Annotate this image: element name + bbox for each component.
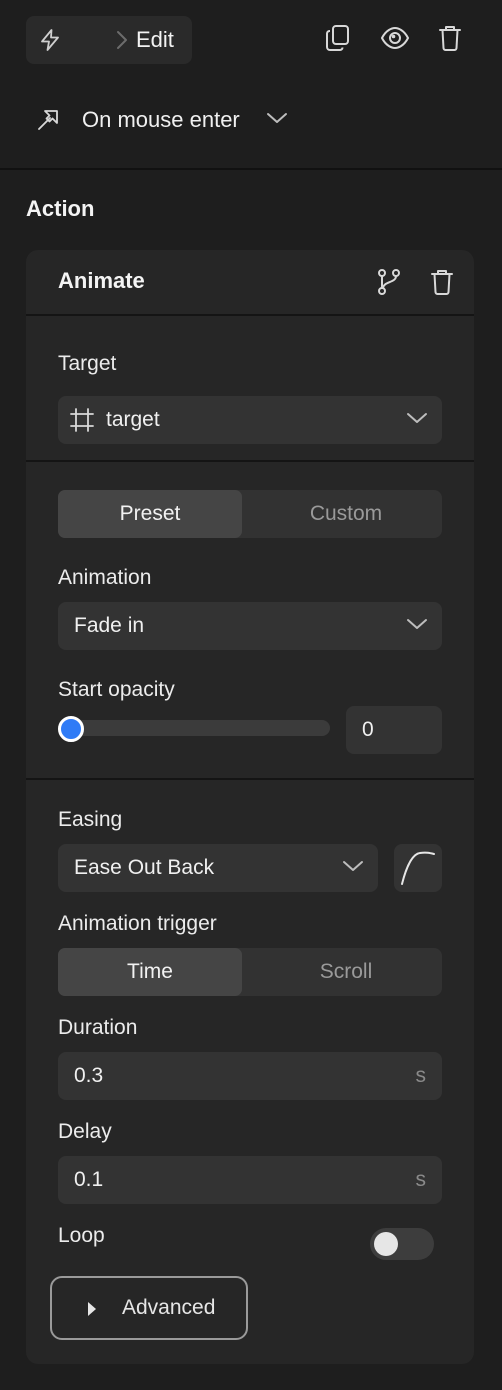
- opacity-slider-handle[interactable]: [58, 716, 84, 742]
- opacity-input[interactable]: 0: [346, 706, 442, 754]
- animation-value: Fade in: [74, 614, 145, 637]
- delay-input[interactable]: 0.1 s: [58, 1156, 442, 1204]
- lightning-icon: [38, 28, 62, 52]
- chevron-right-icon: [115, 29, 129, 51]
- target-label: Target: [58, 352, 117, 375]
- easing-select[interactable]: Ease Out Back: [58, 844, 378, 892]
- preview-eye-icon[interactable]: [380, 24, 410, 52]
- target-value: target: [106, 408, 160, 431]
- easing-value: Ease Out Back: [74, 856, 215, 879]
- header-divider: [0, 168, 502, 170]
- card-divider: [26, 778, 474, 780]
- trigger-label: On mouse enter: [82, 107, 240, 132]
- easing-curve-icon: [400, 848, 436, 888]
- chevron-down-icon: [406, 411, 428, 425]
- card-divider: [26, 460, 474, 462]
- easing-label: Easing: [58, 808, 123, 831]
- mode-segmented-control: Preset Custom: [58, 490, 442, 538]
- duration-label: Duration: [58, 1016, 138, 1039]
- tab-preset[interactable]: Preset: [58, 490, 242, 538]
- animation-select[interactable]: Fade in: [58, 602, 442, 650]
- branch-icon[interactable]: [376, 268, 402, 296]
- opacity-value: 0: [362, 718, 374, 741]
- tab-scroll[interactable]: Scroll: [250, 948, 442, 996]
- caret-right-icon: [86, 1300, 98, 1318]
- advanced-button[interactable]: Advanced: [50, 1276, 248, 1340]
- easing-curve-button[interactable]: [394, 844, 442, 892]
- trash-icon[interactable]: [438, 24, 466, 52]
- tab-time[interactable]: Time: [58, 948, 242, 996]
- tab-custom[interactable]: Custom: [250, 490, 442, 538]
- delete-action-icon[interactable]: [430, 268, 454, 296]
- breadcrumb-label: Edit: [136, 27, 174, 52]
- trigger-dropdown[interactable]: On mouse enter: [26, 96, 306, 144]
- chevron-down-icon: [266, 111, 288, 125]
- chevron-down-icon: [406, 617, 428, 631]
- duration-value: 0.3: [74, 1064, 104, 1087]
- advanced-label: Advanced: [122, 1296, 216, 1319]
- delay-value: 0.1: [74, 1168, 104, 1191]
- cursor-arrow-icon: [36, 108, 60, 132]
- toggle-knob: [374, 1232, 398, 1256]
- duration-input[interactable]: 0.3 s: [58, 1052, 442, 1100]
- duplicate-icon[interactable]: [325, 24, 353, 52]
- duration-unit: s: [415, 1064, 427, 1087]
- delay-label: Delay: [58, 1120, 112, 1143]
- card-divider: [26, 314, 474, 316]
- animation-trigger-segmented-control: Time Scroll: [58, 948, 442, 996]
- target-select[interactable]: target: [58, 396, 442, 444]
- chevron-down-icon: [342, 859, 364, 873]
- frame-icon: [70, 408, 94, 432]
- loop-toggle[interactable]: [370, 1228, 434, 1260]
- breadcrumb[interactable]: Edit: [26, 16, 192, 64]
- card-title: Animate: [58, 268, 145, 293]
- animation-label: Animation: [58, 566, 152, 589]
- section-title-action: Action: [26, 196, 95, 221]
- start-opacity-label: Start opacity: [58, 678, 175, 701]
- delay-unit: s: [415, 1168, 427, 1191]
- opacity-slider-track[interactable]: [58, 720, 330, 736]
- loop-label: Loop: [58, 1224, 105, 1247]
- animation-trigger-label: Animation trigger: [58, 912, 217, 935]
